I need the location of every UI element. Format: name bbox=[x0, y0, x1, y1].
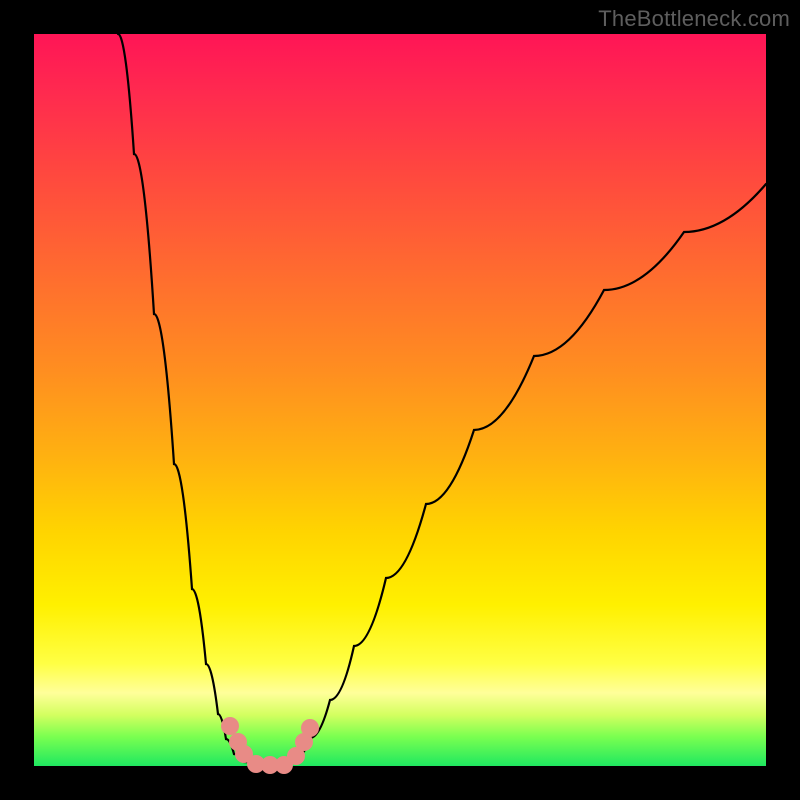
valley-marker bbox=[221, 717, 239, 735]
right-curve bbox=[286, 184, 766, 766]
plot-area bbox=[34, 34, 766, 766]
left-curve bbox=[118, 34, 266, 766]
curves-svg bbox=[34, 34, 766, 766]
watermark-text: TheBottleneck.com bbox=[598, 6, 790, 32]
valley-marker bbox=[301, 719, 319, 737]
valley-markers bbox=[221, 717, 319, 774]
chart-frame: TheBottleneck.com bbox=[0, 0, 800, 800]
